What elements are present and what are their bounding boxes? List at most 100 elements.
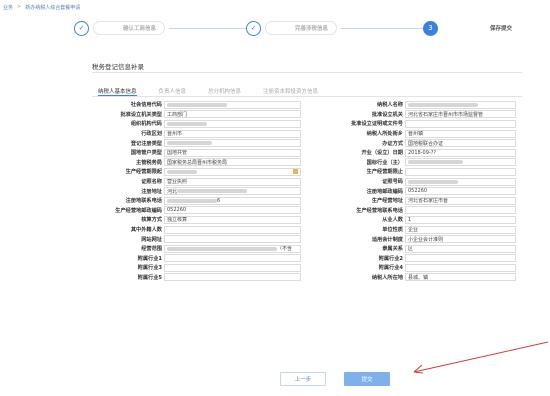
field-value[interactable] — [164, 273, 301, 282]
field-value[interactable]: 1 — [405, 215, 516, 224]
field-value-text: 区 — [408, 246, 414, 253]
step-2-label: 完善涉税信息 — [265, 21, 337, 35]
field-label: 批准设立机关 — [371, 111, 403, 118]
field-value[interactable]: 河北 — [164, 187, 301, 196]
annotation-arrow-icon — [413, 341, 549, 374]
field-value-text: 国地税联合办证 — [408, 140, 444, 147]
form-actions: 上一步 提交 — [280, 372, 390, 386]
field-value[interactable]: 工商部门 — [164, 110, 301, 119]
field-value-text: 1 — [408, 216, 412, 223]
form-cell-left: 生产经营期限起 — [92, 167, 307, 176]
redacted-text — [167, 246, 277, 251]
field-value-text: 企业 — [408, 227, 419, 234]
field-value[interactable] — [405, 206, 516, 215]
form-cell-right: 批准设立证明或文件号 — [307, 119, 522, 128]
field-value[interactable] — [164, 119, 301, 128]
field-value-text: 独立核算 — [167, 217, 188, 224]
section-divider — [92, 72, 522, 73]
field-value[interactable] — [164, 254, 301, 263]
form-row: 国地管户类型 国地共管 开业（设立）日期 2018-09-?? — [92, 148, 522, 158]
redacted-text — [167, 169, 197, 174]
field-value[interactable]: 独立核算 — [164, 215, 301, 224]
form-cell-left: 经营范围 （不含 — [92, 244, 307, 253]
field-value[interactable] — [164, 167, 301, 176]
redacted-text — [167, 102, 227, 107]
breadcrumb-home[interactable]: 业务 — [3, 4, 13, 11]
field-value[interactable] — [405, 167, 516, 176]
field-value-text: 国家税务总局晋州市税务局 — [167, 159, 228, 166]
calendar-icon[interactable] — [293, 169, 298, 175]
field-value[interactable] — [164, 235, 301, 244]
field-value[interactable]: 晋州镇 — [405, 129, 516, 138]
field-label: 从业人数 — [382, 217, 403, 224]
form-cell-right: 生产经营地联系电话 — [307, 206, 522, 215]
form-cell-right: 批准设立机关 河北省石家庄市晋州市市场监督管 — [307, 110, 522, 119]
field-value[interactable]: （不含 — [164, 244, 301, 253]
form-cell-right: 附属行业4 — [307, 263, 522, 272]
field-value[interactable] — [164, 263, 301, 272]
redacted-text — [408, 102, 478, 107]
field-value[interactable]: 6 — [164, 196, 301, 205]
field-value[interactable] — [405, 254, 516, 263]
field-value[interactable]: 052260 — [405, 187, 516, 196]
field-value[interactable]: 2018-09-?? — [405, 148, 516, 157]
tab-bar: 纳税人基本信息 负责人信息 总分机构信息 注册资本和投资方信息 — [92, 85, 522, 97]
field-value[interactable]: 河北省石家庄市晋州市市场监督管 — [405, 110, 516, 119]
form-cell-right: 适用会计制度 小企业会计准则 — [307, 235, 522, 244]
field-label: 行政区划 — [141, 131, 162, 138]
form-cell-left: 社会信用代码 — [92, 100, 307, 109]
tab-branch-info[interactable]: 总分机构信息 — [208, 85, 241, 96]
step-2-check-icon: ✓ — [246, 20, 261, 36]
field-label: 生产经营期限起 — [125, 169, 162, 176]
form-cell-left: 附属行业5 — [92, 273, 307, 282]
field-label: 注册地邮政编码 — [366, 188, 403, 195]
submit-button[interactable]: 提交 — [344, 372, 390, 386]
field-label: 纳税人名称 — [377, 102, 403, 109]
field-value[interactable]: 营业执照 — [164, 177, 301, 186]
field-label: 适用会计制度 — [371, 236, 403, 243]
field-label: 附属行业1 — [137, 255, 162, 262]
step-3: 3 保存提交 — [423, 20, 518, 36]
progress-steps: ✓ 确认工商信息 ✓ 完善涉税信息 3 保存提交 — [68, 18, 518, 40]
field-value[interactable]: 国家税务总局晋州市税务局 — [164, 158, 301, 167]
field-value-text: 河北省石家庄市晋州市市场监督管 — [408, 111, 484, 118]
field-value[interactable] — [405, 177, 516, 186]
field-value[interactable] — [405, 158, 516, 167]
field-value[interactable]: 河北省石家庄市晋 — [405, 196, 516, 205]
field-label: 核算方式 — [141, 217, 162, 224]
field-value[interactable]: 国地税联合办证 — [405, 139, 516, 148]
tab-responsible-person[interactable]: 负责人信息 — [159, 85, 187, 96]
field-value[interactable] — [164, 225, 301, 234]
field-label: 证照号码 — [382, 179, 403, 186]
field-value[interactable]: 晋州市 — [164, 129, 301, 138]
field-value[interactable]: 区 — [405, 244, 516, 253]
field-value[interactable]: 企业 — [405, 225, 516, 234]
field-label: 主管税务局 — [136, 159, 162, 166]
form-cell-left: 登记注册类型 — [92, 139, 307, 148]
field-label: 办证方式 — [382, 140, 403, 147]
form-row: 生产经营地邮政编码 052260 生产经营地联系电话 — [92, 206, 522, 216]
field-value[interactable]: 县城、镇 — [405, 273, 516, 282]
field-value[interactable]: 052260 — [164, 206, 301, 215]
form-cell-left: 批准设立机关类型 工商部门 — [92, 110, 307, 119]
field-value[interactable] — [164, 139, 301, 148]
field-value[interactable] — [164, 100, 301, 109]
form-cell-left: 国地管户类型 国地共管 — [92, 148, 307, 157]
field-value[interactable] — [405, 263, 516, 272]
form-row: 批准设立机关类型 工商部门 批准设立机关 河北省石家庄市晋州市市场监督管 — [92, 110, 522, 120]
field-value[interactable] — [405, 119, 516, 128]
field-value-text: 河北省石家庄市晋 — [408, 198, 449, 205]
field-value-text: 营业执照 — [167, 179, 188, 186]
field-value[interactable]: 小企业会计准则 — [405, 235, 516, 244]
prev-step-button[interactable]: 上一步 — [280, 372, 326, 386]
tab-capital-investors[interactable]: 注册资本和投资方信息 — [263, 85, 318, 96]
form-cell-left: 注册地联系电话 6 — [92, 196, 307, 205]
form-cell-right: 纳税人所处街乡 晋州镇 — [307, 129, 522, 138]
form-cell-right: 证照号码 — [307, 177, 522, 186]
form-row: 社会信用代码 纳税人名称 — [92, 100, 522, 110]
form-cell-left: 附属行业1 — [92, 254, 307, 263]
field-value[interactable] — [405, 100, 516, 109]
form-row: 附属行业1 附属行业2 — [92, 254, 522, 264]
field-value[interactable]: 国地共管 — [164, 148, 301, 157]
tab-basic-info[interactable]: 纳税人基本信息 — [98, 85, 137, 96]
